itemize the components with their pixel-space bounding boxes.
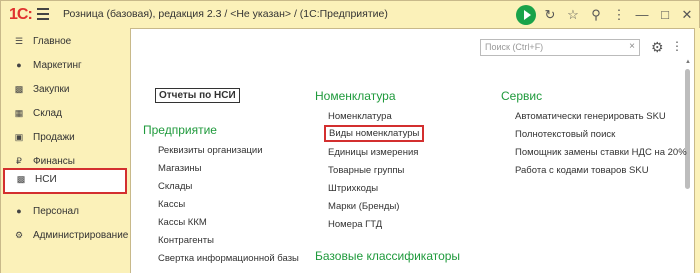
maximize-icon[interactable]: □ — [656, 6, 674, 24]
link-stores[interactable]: Магазины — [158, 163, 201, 174]
link-brands[interactable]: Марки (Бренды) — [328, 201, 399, 212]
person-icon: ● — [16, 206, 22, 216]
link-auto-generate-sku[interactable]: Автоматически генерировать SKU — [515, 111, 666, 122]
main-menu-icon[interactable] — [37, 8, 49, 20]
link-counterparties[interactable]: Контрагенты — [158, 235, 214, 246]
link-org-details[interactable]: Реквизиты организации — [158, 145, 263, 156]
section-title-enterprise: Предприятие — [143, 123, 217, 137]
sidebar-item-administration[interactable]: ⚙ Администрирование — [1, 224, 129, 248]
finance-icon: ₽ — [16, 156, 22, 166]
nsi-icon: ▩ — [16, 174, 26, 184]
sidebar-item-sales[interactable]: ▣ Продажи — [1, 126, 129, 150]
link-fulltext-search[interactable]: Полнотекстовый поиск — [515, 129, 615, 140]
history-icon[interactable]: ↻ — [541, 6, 559, 24]
link-vat-assistant[interactable]: Помощник замены ставки НДС на 20% — [515, 147, 687, 158]
sidebar-item-main[interactable]: ☰ Главное — [1, 30, 129, 54]
sidebar-item-purchases[interactable]: ▩ Закупки — [1, 78, 129, 102]
run-icon[interactable] — [516, 5, 536, 25]
more-options-icon[interactable]: ⋮ — [671, 39, 683, 53]
cart-icon: ▩ — [14, 84, 24, 94]
section-title-nomenclature: Номенклатура — [315, 89, 396, 103]
more-icon[interactable]: ⋮ — [610, 6, 628, 24]
clear-search-icon[interactable]: × — [629, 41, 635, 52]
menu-icon: ☰ — [14, 36, 24, 46]
scroll-up-icon[interactable]: ▲ — [685, 59, 691, 65]
section-title-base-classifiers: Базовые классификаторы — [315, 249, 461, 263]
link-units[interactable]: Единицы измерения — [328, 147, 418, 158]
sidebar: ☰ Главное ● Маркетинг ▩ Закупки ▦ Склад … — [0, 28, 130, 273]
gear-icon: ⚙ — [14, 230, 24, 240]
sales-icon: ▣ — [14, 132, 24, 142]
search-input[interactable]: Поиск (Ctrl+F) × — [480, 39, 640, 56]
title-bar: 1С: Розница (базовая), редакция 2.3 / <Н… — [0, 0, 700, 28]
scrollbar[interactable] — [685, 69, 690, 189]
link-nomenclature[interactable]: Номенклатура — [328, 111, 392, 122]
sidebar-item-nsi[interactable]: ▩ НСИ — [3, 168, 127, 194]
link-cash-desks[interactable]: Кассы — [158, 199, 185, 210]
link-nomenclature-types[interactable]: Виды номенклатуры — [324, 125, 425, 142]
window-title: Розница (базовая), редакция 2.3 / <Не ук… — [63, 8, 388, 20]
app-logo: 1С: — [9, 6, 33, 23]
section-title-service: Сервис — [501, 89, 543, 103]
sidebar-item-personnel[interactable]: ● Персонал — [1, 200, 129, 224]
sidebar-item-marketing[interactable]: ● Маркетинг — [1, 54, 129, 78]
star-icon[interactable]: ☆ — [564, 6, 582, 24]
link-sku-codes[interactable]: Работа с кодами товаров SKU — [515, 165, 649, 176]
link-gtd-numbers[interactable]: Номера ГТД — [328, 219, 382, 230]
minimize-icon[interactable]: — — [633, 6, 651, 24]
link-kkm-cash-desks[interactable]: Кассы ККМ — [158, 217, 207, 228]
marketing-icon: ● — [16, 60, 22, 70]
link-infobase-collapse[interactable]: Свертка информационной базы — [158, 253, 299, 264]
settings-gear-icon[interactable]: ⚙ — [651, 39, 664, 56]
sidebar-item-warehouse[interactable]: ▦ Склад — [1, 102, 129, 126]
main-panel: Поиск (Ctrl+F) × ⚙ ⋮ ▲ Отчеты по НСИ Пре… — [130, 28, 695, 273]
warehouse-icon: ▦ — [14, 108, 24, 118]
close-icon[interactable]: ✕ — [678, 6, 696, 24]
search-icon[interactable]: ⚲ — [587, 6, 605, 24]
link-warehouses[interactable]: Склады — [158, 181, 192, 192]
link-barcodes[interactable]: Штрихкоды — [328, 183, 378, 194]
search-placeholder: Поиск (Ctrl+F) — [485, 42, 544, 52]
reports-nsi-link[interactable]: Отчеты по НСИ — [155, 88, 240, 103]
link-product-groups[interactable]: Товарные группы — [328, 165, 404, 176]
